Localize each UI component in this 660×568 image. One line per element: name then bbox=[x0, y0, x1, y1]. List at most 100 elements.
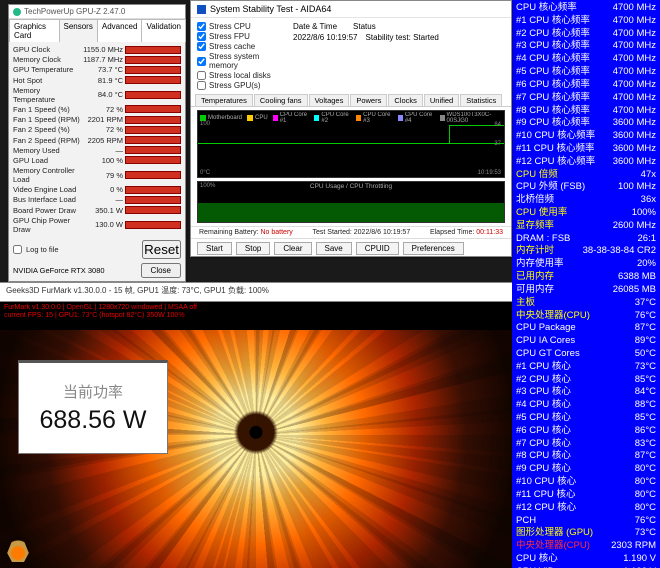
aida-tab-clocks[interactable]: Clocks bbox=[388, 94, 423, 106]
info-row: 显存频率2600 MHz bbox=[516, 220, 656, 233]
chart-x-right: 10:19:53 bbox=[478, 170, 501, 176]
sensor-bar bbox=[125, 105, 181, 113]
aida-tabs: TemperaturesCooling fansVoltagesPowersCl… bbox=[191, 94, 511, 107]
stress-checkbox[interactable] bbox=[197, 42, 206, 51]
info-row: #12 CPU 核心80°C bbox=[516, 502, 656, 515]
aida-titlebar[interactable]: System Stability Test - AIDA64 bbox=[191, 1, 511, 18]
aida-tab-voltages[interactable]: Voltages bbox=[309, 94, 350, 106]
gpuz-tab-advanced[interactable]: Advanced bbox=[97, 19, 143, 42]
info-row: #9 CPU 核心频率3600 MHz bbox=[516, 117, 656, 130]
power-value: 688.56 W bbox=[39, 406, 146, 435]
sensor-bar bbox=[125, 126, 181, 134]
legend-item[interactable]: CPU bbox=[247, 112, 268, 124]
sensor-bar bbox=[125, 56, 181, 64]
stress-checkbox[interactable] bbox=[197, 32, 206, 41]
chart-step-value: 84 bbox=[494, 122, 501, 128]
gpuz-title-text: TechPowerUp GPU-Z 2.47.0 bbox=[24, 7, 125, 16]
info-row: 主板37°C bbox=[516, 297, 656, 310]
cpuid-button[interactable]: CPUID bbox=[356, 242, 399, 255]
sensor-row: GPU Clock1155.0 MHz bbox=[13, 45, 181, 54]
stress-checkbox[interactable] bbox=[197, 71, 206, 80]
close-button[interactable]: Close bbox=[141, 263, 181, 278]
info-row: 内存使用率20% bbox=[516, 258, 656, 271]
furmark-titlebar[interactable]: Geeks3D FurMark v1.30.0.0 - 15 帧, GPU1 温… bbox=[0, 282, 512, 302]
info-row: #7 CPU 核心频率4700 MHz bbox=[516, 92, 656, 105]
info-row: 中央处理器(CPU)2303 RPM bbox=[516, 540, 656, 553]
stress-checkbox[interactable] bbox=[197, 22, 206, 31]
gpuz-titlebar[interactable]: TechPowerUp GPU-Z 2.47.0 bbox=[9, 5, 185, 19]
aida-tab-powers[interactable]: Powers bbox=[350, 94, 387, 106]
stress-option[interactable]: Stress cache bbox=[197, 42, 287, 51]
info-row: #6 CPU 核心频率4700 MHz bbox=[516, 79, 656, 92]
legend-item[interactable]: WDS100T3X0C-00SJG0 bbox=[440, 112, 502, 124]
reset-button[interactable]: Reset bbox=[142, 240, 181, 259]
gpuz-window: TechPowerUp GPU-Z 2.47.0 Graphics CardSe… bbox=[8, 4, 186, 282]
sensor-row: GPU Chip Power Draw130.0 W bbox=[13, 216, 181, 234]
legend-swatch bbox=[273, 115, 278, 121]
aida-button-row: Start Stop Clear Save CPUID Preferences bbox=[191, 238, 511, 258]
log-to-file-checkbox[interactable] bbox=[13, 245, 22, 254]
preferences-button[interactable]: Preferences bbox=[403, 242, 464, 255]
info-row: #1 CPU 核心频率4700 MHz bbox=[516, 15, 656, 28]
gpuz-tabs: Graphics CardSensorsAdvancedValidation bbox=[9, 19, 185, 42]
stress-options: Stress CPUStress FPUStress cacheStress s… bbox=[197, 22, 287, 90]
sensor-bar bbox=[125, 46, 181, 54]
stress-checkbox[interactable] bbox=[197, 57, 206, 66]
gpuz-tab-graphics-card[interactable]: Graphics Card bbox=[9, 19, 60, 42]
info-row: DRAM : FSB26:1 bbox=[516, 233, 656, 246]
aida-icon bbox=[197, 5, 206, 14]
info-row: #12 CPU 核心频率3600 MHz bbox=[516, 156, 656, 169]
info-row: #3 CPU 核心84°C bbox=[516, 386, 656, 399]
legend-item[interactable]: CPU Core #4 bbox=[398, 112, 435, 124]
legend-swatch bbox=[247, 115, 253, 121]
legend-item[interactable]: CPU Core #1 bbox=[273, 112, 310, 124]
sensor-bar bbox=[125, 66, 181, 74]
sensor-row: Memory Used— bbox=[13, 146, 181, 155]
info-row: #2 CPU 核心85°C bbox=[516, 374, 656, 387]
legend-swatch bbox=[314, 115, 319, 121]
sensor-bar bbox=[125, 206, 181, 214]
temperature-chart: MotherboardCPUCPU Core #1CPU Core #2CPU … bbox=[197, 110, 505, 178]
sensor-row: Memory Clock1187.7 MHz bbox=[13, 55, 181, 64]
info-row: #1 CPU 核心73°C bbox=[516, 361, 656, 374]
info-row: 图形处理器 (GPU)73°C bbox=[516, 527, 656, 540]
gpuz-tab-validation[interactable]: Validation bbox=[141, 19, 186, 42]
aida-tab-cooling-fans[interactable]: Cooling fans bbox=[254, 94, 308, 106]
sensor-row: Board Power Draw350.1 W bbox=[13, 206, 181, 215]
legend-item[interactable]: CPU Core #2 bbox=[314, 112, 351, 124]
info-row: CPU 核心1.190 V bbox=[516, 553, 656, 566]
gpu-name: NVIDIA GeForce RTX 3080 bbox=[13, 266, 105, 275]
stress-option[interactable]: Stress local disks bbox=[197, 71, 287, 80]
save-button[interactable]: Save bbox=[316, 242, 352, 255]
info-row: #4 CPU 核心频率4700 MHz bbox=[516, 53, 656, 66]
info-row: 中央处理器(CPU)76°C bbox=[516, 310, 656, 323]
stop-button[interactable]: Stop bbox=[236, 242, 270, 255]
legend-item[interactable]: CPU Core #3 bbox=[356, 112, 393, 124]
sensor-bar bbox=[125, 221, 181, 229]
gpuz-icon bbox=[13, 8, 21, 16]
stress-option[interactable]: Stress GPU(s) bbox=[197, 81, 287, 90]
info-row: #10 CPU 核心频率3600 MHz bbox=[516, 130, 656, 143]
stress-checkbox[interactable] bbox=[197, 81, 206, 90]
sensor-row: Fan 2 Speed (%)72 % bbox=[13, 125, 181, 134]
info-row: CPU 使用率100% bbox=[516, 207, 656, 220]
start-button[interactable]: Start bbox=[197, 242, 232, 255]
stress-option[interactable]: Stress CPU bbox=[197, 22, 287, 31]
gpuz-tab-sensors[interactable]: Sensors bbox=[59, 19, 98, 42]
sensor-row: GPU Load100 % bbox=[13, 156, 181, 165]
aida-status-bar: Remaining Battery: No battery Test Start… bbox=[191, 226, 511, 238]
cpu-usage-label: CPU Usage / CPU Throttling bbox=[310, 183, 392, 190]
info-row: #6 CPU 核心86°C bbox=[516, 425, 656, 438]
stress-option[interactable]: Stress system memory bbox=[197, 52, 287, 70]
aida-tab-unified[interactable]: Unified bbox=[424, 94, 459, 106]
chart-ymax: 100 bbox=[200, 121, 210, 127]
info-row: CPU GT Cores50°C bbox=[516, 348, 656, 361]
clear-button[interactable]: Clear bbox=[274, 242, 311, 255]
aida-tab-temperatures[interactable]: Temperatures bbox=[195, 94, 253, 106]
info-row: #4 CPU 核心88°C bbox=[516, 399, 656, 412]
aida-tab-statistics[interactable]: Statistics bbox=[460, 94, 502, 106]
stress-option[interactable]: Stress FPU bbox=[197, 32, 287, 41]
sensor-bar bbox=[125, 196, 181, 204]
status-label: Status bbox=[353, 22, 376, 31]
info-row: PCH76°C bbox=[516, 515, 656, 528]
